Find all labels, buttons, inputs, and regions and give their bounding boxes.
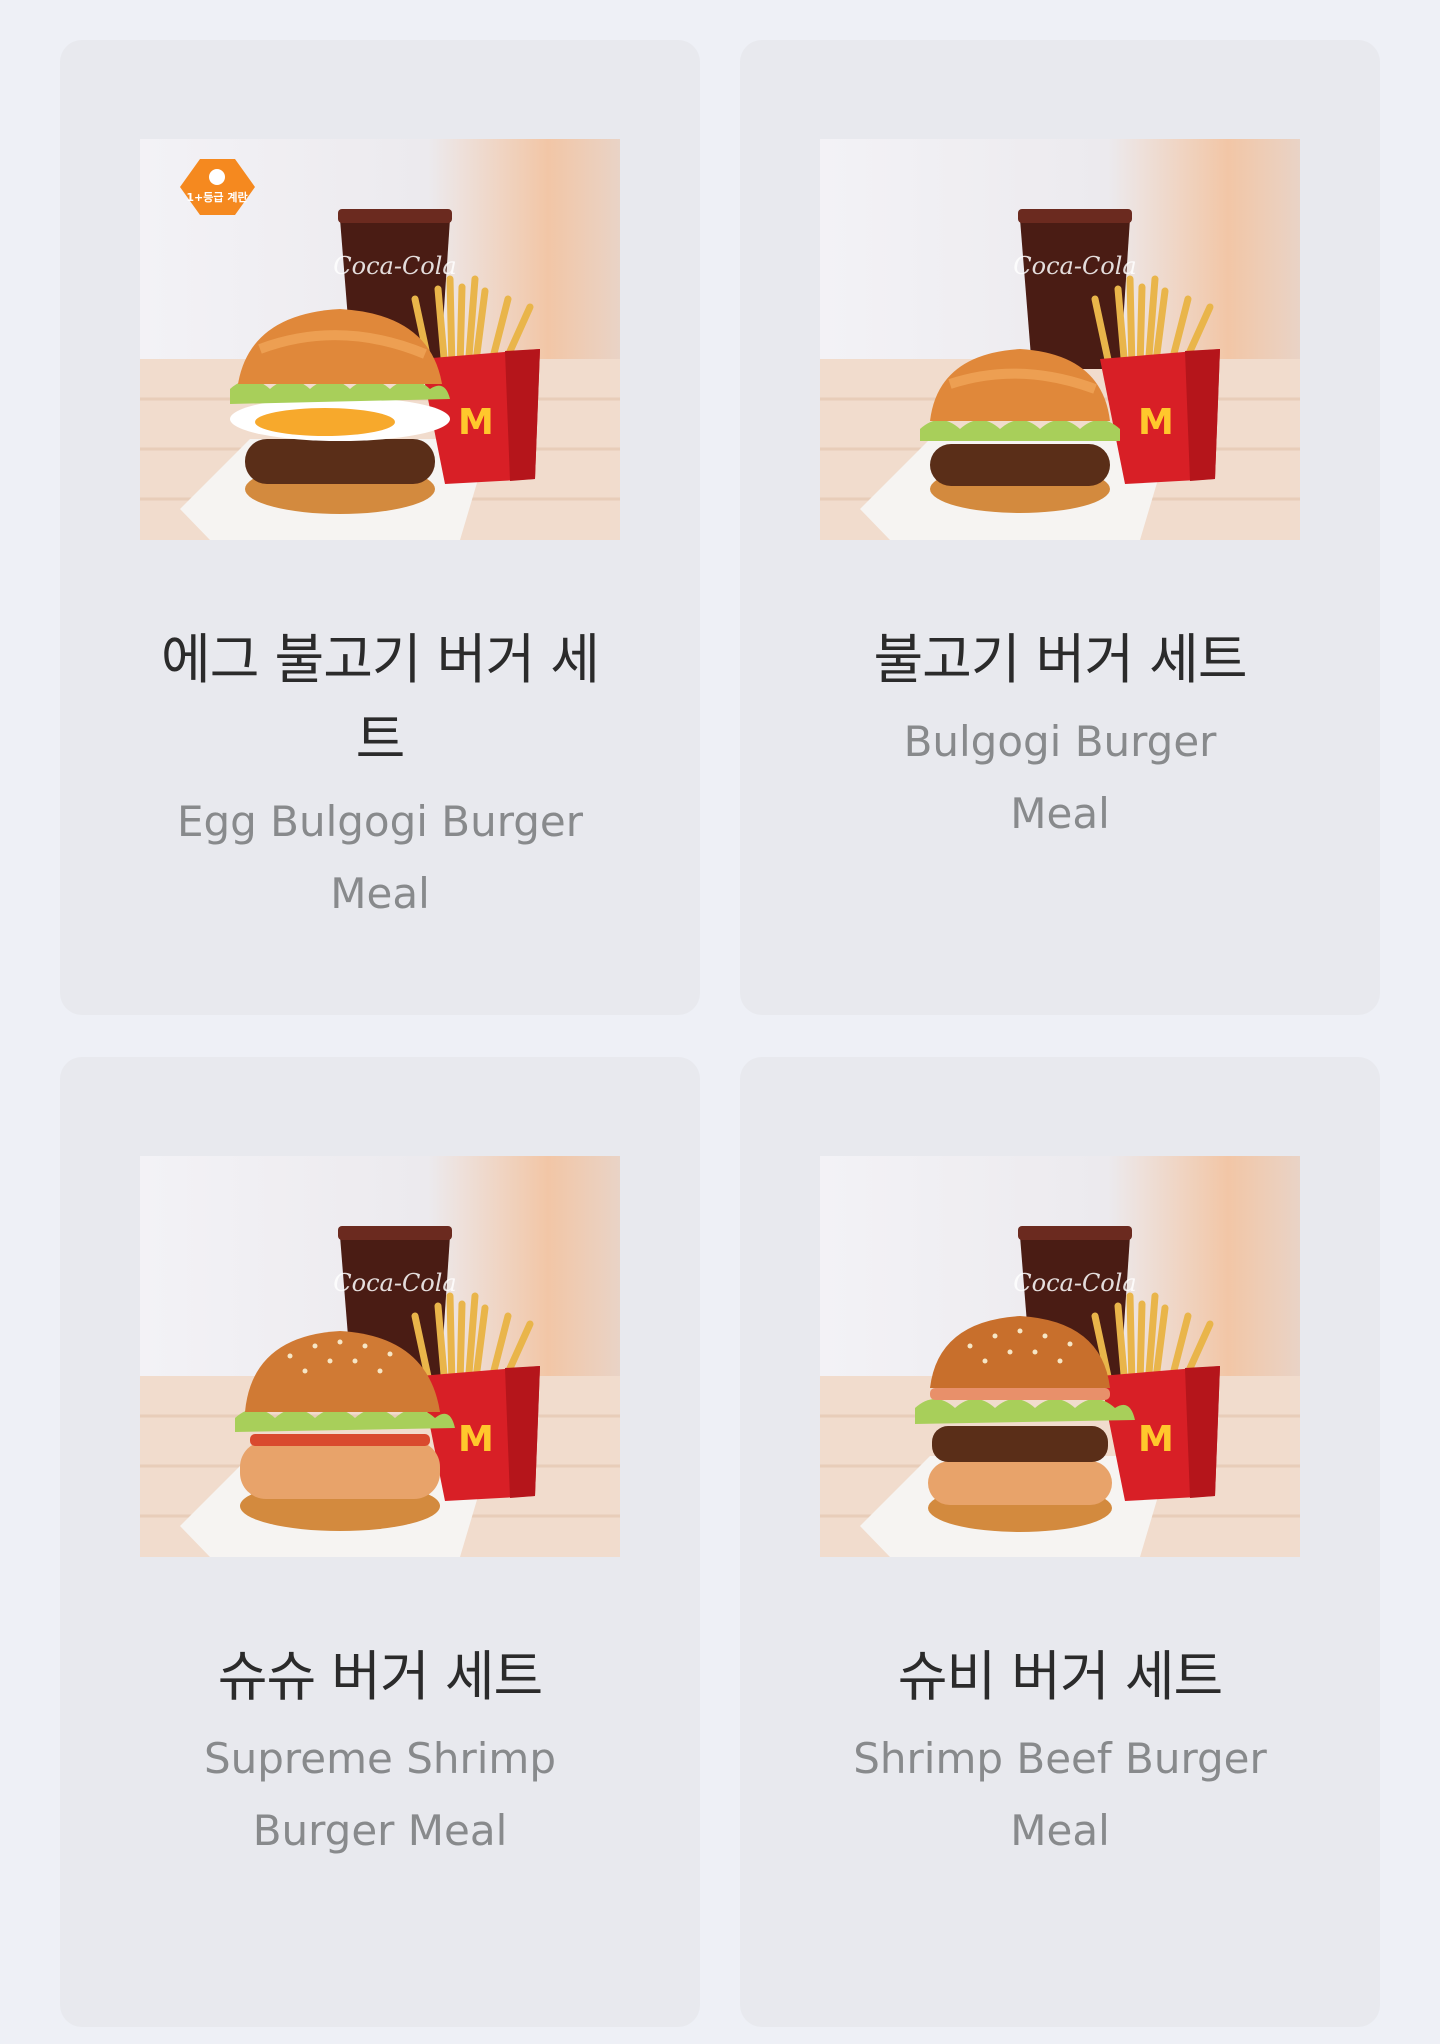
cup-label: Coca-Cola [1013,1269,1136,1297]
egg-bulgogi-meal-image: Coca-Cola M 1+등급 계란 [140,139,620,540]
menu-card-shrimp-meal[interactable]: Coca-Cola M 슈슈 버거 세트 Supreme Shrimp Burg… [60,1057,700,2027]
menu-name-korean: 슈슈 버거 세트 [217,1645,543,1708]
cup-label: Coca-Cola [333,1269,456,1297]
svg-text:M: M [458,1419,494,1460]
menu-name-english: Bulgogi Burger Meal [903,717,1217,838]
svg-text:M: M [1138,402,1174,443]
menu-name-korean: 불고기 버거 세트 [873,628,1247,691]
cup-label: Coca-Cola [333,252,456,280]
bulgogi-meal-image: Coca-Cola M [820,139,1300,540]
menu-name-english: Egg Bulgogi Burger Meal [176,797,584,918]
cup-label: Coca-Cola [1013,252,1136,280]
svg-text:M: M [458,402,494,443]
menu-grid: Coca-Cola M 1+등급 계란 에그 불고기 버거 세트 Egg Bul… [0,0,1440,2044]
menu-card-egg-bulgogi-meal[interactable]: Coca-Cola M 1+등급 계란 에그 불고기 버거 세트 Egg Bul… [60,40,700,1015]
menu-name-korean: 에그 불고기 버거 세트 [161,628,600,771]
svg-text:M: M [1138,1419,1174,1460]
menu-name-english: Supreme Shrimp Burger Meal [203,1734,557,1855]
menu-card-shrimp-beef-meal[interactable]: Coca-Cola M 슈비 버거 세트 Shrimp Beef Burger … [740,1057,1380,2027]
menu-name-english: Shrimp Beef Burger Meal [853,1734,1267,1855]
menu-card-bulgogi-meal[interactable]: Coca-Cola M 불고기 버거 세트 Bulgogi Burger Mea… [740,40,1380,1015]
grade-egg-badge: 1+등급 계란 [186,190,247,204]
menu-name-korean: 슈비 버거 세트 [897,1645,1223,1708]
shrimp-meal-image: Coca-Cola M [140,1156,620,1557]
shrimp-beef-meal-image: Coca-Cola M [820,1156,1300,1557]
